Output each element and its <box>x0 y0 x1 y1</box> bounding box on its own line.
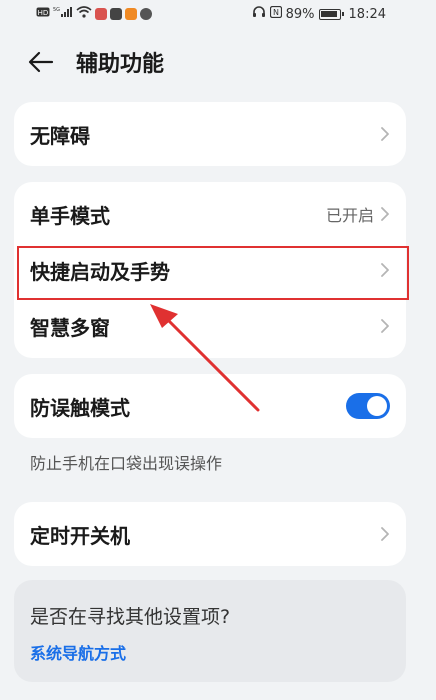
status-time: 18:24 <box>348 6 386 22</box>
accessibility-label: 无障碍 <box>30 123 90 148</box>
chevron-right-icon <box>381 207 389 221</box>
status-icons-left: HD 5G <box>36 6 152 22</box>
page-title: 辅助功能 <box>76 52 165 77</box>
battery-percent: 89% <box>285 6 315 22</box>
mistouch-mode-row: 防误触模式 <box>14 374 406 438</box>
message-icon <box>110 8 122 20</box>
smart-multiwindow-row[interactable]: 智慧多窗 <box>14 298 406 354</box>
svg-text:HD: HD <box>38 9 49 17</box>
accessibility-card: 无障碍 <box>14 102 406 166</box>
svg-text:N: N <box>273 8 279 17</box>
hd-icon: HD <box>36 6 50 22</box>
chevron-right-icon <box>381 127 389 141</box>
chevron-right-icon <box>381 527 389 541</box>
search-suggestion-card: 是否在寻找其他设置项? 系统导航方式 <box>14 580 406 682</box>
signal-icon: 5G <box>53 6 73 22</box>
battery-icon <box>318 8 344 20</box>
mistouch-mode-label: 防误触模式 <box>30 395 130 420</box>
mistouch-card: 防误触模式 <box>14 374 406 438</box>
nfc-icon: N <box>269 5 282 22</box>
timer-power-card: 定时开关机 <box>14 502 406 566</box>
video-app-icon <box>125 8 137 20</box>
browser-icon <box>140 8 152 20</box>
timer-power-label: 定时开关机 <box>30 523 130 548</box>
status-icons-right: N 89% 18:24 <box>252 5 386 22</box>
search-suggestion-title: 是否在寻找其他设置项? <box>30 606 231 628</box>
one-hand-mode-status: 已开启 <box>325 206 374 225</box>
chevron-right-icon <box>381 319 389 333</box>
back-arrow-icon[interactable] <box>28 50 54 74</box>
status-bar: HD 5G N 89% 18:24 <box>0 0 436 28</box>
highlight-box <box>17 246 409 300</box>
one-hand-mode-label: 单手模式 <box>30 203 110 228</box>
svg-text:5G: 5G <box>53 7 60 13</box>
settings-screen: HD 5G N 89% 18:24 辅助功能 无障碍 单手模式 已开启 快捷启动… <box>0 0 436 700</box>
headphones-icon <box>252 6 266 22</box>
one-hand-mode-row[interactable]: 单手模式 已开启 <box>14 186 406 242</box>
mistouch-toggle[interactable] <box>346 393 390 419</box>
smart-multiwindow-label: 智慧多窗 <box>30 315 110 340</box>
accessibility-row[interactable]: 无障碍 <box>14 102 406 166</box>
header: 辅助功能 <box>0 36 436 88</box>
timer-power-row[interactable]: 定时开关机 <box>14 502 406 566</box>
wifi-icon <box>76 6 92 22</box>
system-navigation-link[interactable]: 系统导航方式 <box>30 640 126 664</box>
mistouch-helper-text: 防止手机在口袋出现误操作 <box>30 454 223 473</box>
app-notification-icon <box>95 8 107 20</box>
toggle-knob <box>367 396 387 416</box>
